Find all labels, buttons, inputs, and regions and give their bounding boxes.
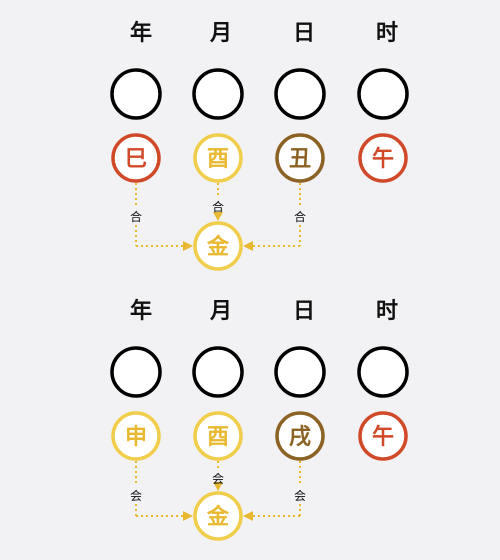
stem-hour [357,68,409,120]
arrow-right-icon [183,241,193,251]
stem-month [192,346,244,398]
header-hour: 时 [376,299,398,324]
branch-day: 戌 [275,411,325,461]
branch-year: 巳 [111,133,161,183]
diagram-canvas: 年 月 日 时 巳 酉 丑 午 合 合 合 金 年 月 日 时 申 酉 戌 午 … [0,0,500,560]
relation-label-left: 会 [130,489,142,503]
stem-year [110,346,162,398]
branch-hour: 午 [358,411,408,461]
header-hour: 时 [376,21,398,46]
branch-char: 酉 [207,147,229,172]
stem-circle [357,68,409,120]
arrow-right-icon [183,511,193,521]
relation-label-right: 会 [294,489,306,503]
header-year: 年 [130,298,152,324]
stem-circle [274,68,326,120]
stem-circle [110,68,162,120]
stem-day [274,68,326,120]
arrow-left-icon [243,241,253,251]
branch-char: 巳 [125,147,147,172]
result-char: 金 [206,504,230,530]
branch-day: 丑 [275,133,325,183]
header-month: 月 [209,299,232,324]
branch-char: 申 [125,425,147,450]
stem-circle [110,346,162,398]
stem-year [110,68,162,120]
branch-char: 午 [372,424,394,450]
branch-char: 午 [372,146,394,172]
stem-circle [274,346,326,398]
header-day: 日 [293,21,315,46]
result-char: 金 [206,234,230,260]
header-day: 日 [293,299,315,324]
relation-label-center: 会 [212,472,224,486]
result-element: 金 [193,491,243,541]
arrow-left-icon [243,511,253,521]
header-month: 月 [209,21,232,46]
relation-label-left: 合 [130,209,142,224]
combination-diagram-he: 年 月 日 时 巳 酉 丑 午 合 合 合 金 [0,0,500,280]
branch-month: 酉 [193,133,243,183]
stem-hour [357,346,409,398]
branch-char: 酉 [207,425,229,450]
branch-char: 丑 [289,147,311,172]
branch-char: 戌 [289,425,311,450]
stem-circle [192,68,244,120]
stem-circle [357,346,409,398]
stem-day [274,346,326,398]
header-year: 年 [130,20,152,46]
result-element: 金 [193,221,243,271]
combination-diagram-hui: 年 月 日 时 申 酉 戌 午 会 会 会 金 [0,278,500,558]
combination-diagram-hui-svg: 年 月 日 时 申 酉 戌 午 会 会 会 金 [110,298,409,541]
stem-circle [192,346,244,398]
branch-hour: 午 [358,133,408,183]
relation-label-center: 合 [212,199,224,214]
relation-label-right: 合 [294,209,306,224]
stem-month [192,68,244,120]
combination-diagram-he-svg: 年 月 日 时 巳 酉 丑 午 合 合 合 金 [110,20,409,271]
branch-year: 申 [111,411,161,461]
branch-month: 酉 [193,411,243,461]
